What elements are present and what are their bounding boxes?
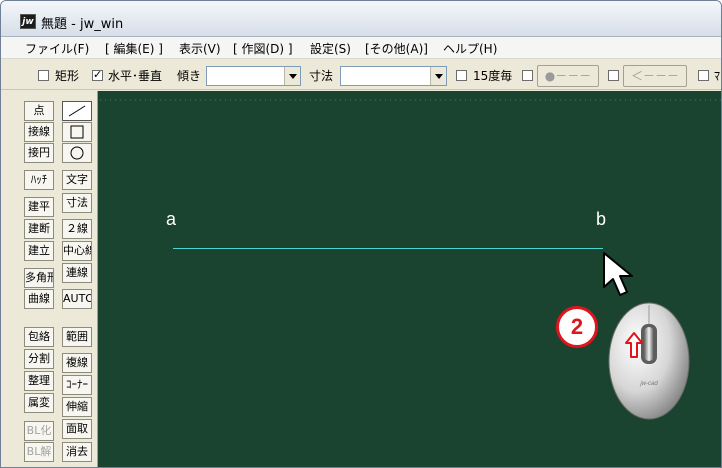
tool-tangent-line[interactable]: 接線 xyxy=(24,122,54,142)
tool-stretch[interactable]: 伸縮 xyxy=(62,397,92,417)
tool-building-section[interactable]: 建断 xyxy=(24,219,54,239)
step-number-badge: 2 xyxy=(556,306,598,348)
rectangle-tool-icon xyxy=(70,125,84,139)
app-window: jw 無題 - jw_win ファイル(F) [ 編集(E) ] 表示(V) [… xyxy=(0,0,722,468)
mouse-scroll-illustration-icon: jw-cad xyxy=(608,302,690,420)
tool-range[interactable]: 範囲 xyxy=(62,327,92,347)
dimension-label: 寸法 xyxy=(309,69,334,83)
tool-point[interactable]: 点 xyxy=(24,101,54,121)
tool-block-create[interactable]: BL化 xyxy=(24,421,54,441)
tool-polygon[interactable]: 多角形 xyxy=(24,268,54,288)
arrow-checkbox[interactable] xyxy=(608,70,619,81)
title-bar: jw 無題 - jw_win xyxy=(1,1,721,37)
rect-checkbox[interactable] xyxy=(38,70,49,81)
tool-divide[interactable]: 分割 xyxy=(24,349,54,369)
menu-view[interactable]: 表示(V) xyxy=(179,40,221,57)
tool-text[interactable]: 文字 xyxy=(62,170,92,190)
angle-label: 傾き xyxy=(177,69,202,83)
dot-checkbox[interactable] xyxy=(522,70,533,81)
point-b-label: b xyxy=(596,209,607,229)
tool-hatch[interactable]: ﾊｯﾁ xyxy=(24,170,54,190)
menu-draw[interactable]: [ 作図(D) ] xyxy=(233,40,293,57)
deg15-label: 15度毎 xyxy=(473,69,513,83)
line-tool-icon xyxy=(68,105,86,117)
toolbar: 矩形 水平･垂直 傾き 寸法 15度毎 ●－－－ ＜－－－ ﾏ xyxy=(1,60,721,90)
drawn-line xyxy=(173,248,603,249)
tool-center-line[interactable]: 中心線 xyxy=(62,241,92,261)
tool-parallel-line[interactable]: 複線 xyxy=(62,353,92,373)
angle-combo[interactable] xyxy=(206,66,301,86)
tool-chamfer[interactable]: 面取 xyxy=(62,419,92,439)
tool-building-elevation[interactable]: 建立 xyxy=(24,241,54,261)
rect-label: 矩形 xyxy=(55,69,80,83)
tool-circle[interactable] xyxy=(62,143,92,163)
tool-auto[interactable]: AUTO xyxy=(62,289,92,309)
dot-line-button[interactable]: ●－－－ xyxy=(537,65,599,87)
menu-file[interactable]: ファイル(F) xyxy=(25,40,89,57)
menu-help[interactable]: ヘルプ(H) xyxy=(443,40,497,57)
tool-continuous-line[interactable]: 連線 xyxy=(62,263,92,283)
tool-attribute-change[interactable]: 属変 xyxy=(24,393,54,413)
tool-double-line[interactable]: ２線 xyxy=(62,219,92,239)
angle-dropdown-icon[interactable] xyxy=(284,67,300,85)
tool-line[interactable] xyxy=(62,101,92,121)
mouse-brand-label: jw-cad xyxy=(639,381,658,387)
dimension-dropdown-icon[interactable] xyxy=(430,67,446,85)
circle-tool-icon xyxy=(70,146,84,160)
tool-block-release[interactable]: BL解 xyxy=(24,442,54,462)
tool-envelope[interactable]: 包絡 xyxy=(24,327,54,347)
grid-dots xyxy=(98,99,721,101)
horizontal-vertical-label: 水平･垂直 xyxy=(108,69,163,83)
menu-settings[interactable]: 設定(S) xyxy=(310,40,351,57)
point-a-label: a xyxy=(166,209,177,229)
trailing-checkbox-label: ﾏ xyxy=(714,69,721,83)
tool-curve[interactable]: 曲線 xyxy=(24,289,54,309)
mouse-pointer-icon xyxy=(603,252,633,296)
trailing-checkbox[interactable] xyxy=(698,70,709,81)
menu-edit[interactable]: [ 編集(E) ] xyxy=(105,40,163,57)
window-title: 無題 - jw_win xyxy=(41,17,124,32)
tool-arrange[interactable]: 整理 xyxy=(24,371,54,391)
menu-bar: ファイル(F) [ 編集(E) ] 表示(V) [ 作図(D) ] 設定(S) … xyxy=(1,37,721,59)
tool-tangent-circle[interactable]: 接円 xyxy=(24,143,54,163)
tool-corner[interactable]: ｺｰﾅｰ xyxy=(62,375,92,395)
tool-building-plan[interactable]: 建平 xyxy=(24,197,54,217)
horizontal-vertical-checkbox[interactable] xyxy=(92,68,103,81)
dimension-combo[interactable] xyxy=(340,66,447,86)
deg15-checkbox[interactable] xyxy=(456,70,467,81)
tool-dimension[interactable]: 寸法 xyxy=(62,193,92,213)
menu-other[interactable]: [その他(A)] xyxy=(365,40,428,57)
tool-palette: 点 接線 接円 ﾊｯﾁ 建平 建断 建立 多角形 曲線 包絡 分割 整理 属変 … xyxy=(1,91,98,467)
tool-rectangle[interactable] xyxy=(62,122,92,142)
arrow-line-button[interactable]: ＜－－－ xyxy=(623,65,687,87)
tool-erase[interactable]: 消去 xyxy=(62,442,92,462)
app-icon: jw xyxy=(20,14,36,29)
